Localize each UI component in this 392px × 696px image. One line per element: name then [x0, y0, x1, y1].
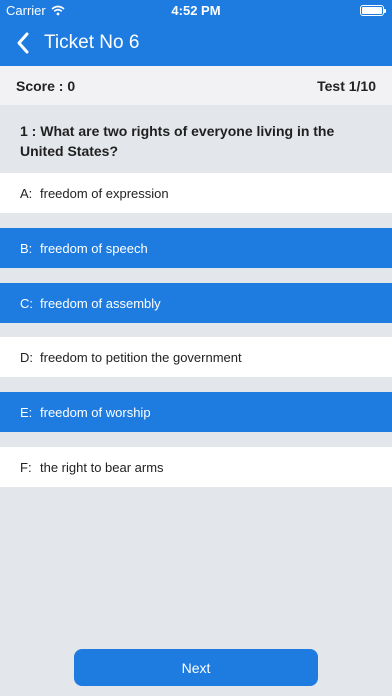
- option-a[interactable]: A: freedom of expression: [0, 173, 392, 213]
- option-letter: D:: [20, 349, 33, 365]
- status-bar: Carrier 4:52 PM: [0, 0, 392, 20]
- back-chevron-icon[interactable]: [12, 31, 36, 55]
- option-f[interactable]: F: the right to bear arms: [0, 447, 392, 487]
- option-letter: B:: [20, 240, 33, 256]
- question-text: 1 : What are two rights of everyone livi…: [20, 123, 335, 159]
- score-bar: Score : 0 Test 1/10: [0, 66, 392, 105]
- option-c[interactable]: C: freedom of assembly: [0, 283, 392, 323]
- option-letter: A:: [20, 185, 33, 201]
- score-label: Score : 0: [16, 78, 76, 94]
- option-d[interactable]: D: freedom to petition the government: [0, 337, 392, 377]
- option-text: freedom of expression: [40, 185, 169, 201]
- option-letter: C:: [20, 295, 33, 311]
- page-title: Ticket No 6: [44, 32, 140, 53]
- nav-bar: Ticket No 6: [0, 20, 392, 66]
- option-letter: F:: [20, 459, 32, 475]
- option-b[interactable]: B: freedom of speech: [0, 228, 392, 268]
- option-text: the right to bear arms: [40, 459, 164, 475]
- option-e[interactable]: E: freedom of worship: [0, 392, 392, 432]
- next-button[interactable]: Next: [74, 649, 318, 686]
- option-letter: E:: [20, 404, 33, 420]
- option-text: freedom of worship: [40, 404, 151, 420]
- option-text: freedom to petition the government: [40, 349, 242, 365]
- battery-icon: [360, 5, 386, 16]
- option-text: freedom of speech: [40, 240, 148, 256]
- test-progress-label: Test 1/10: [317, 78, 376, 94]
- option-text: freedom of assembly: [40, 295, 161, 311]
- status-time: 4:52 PM: [171, 3, 221, 18]
